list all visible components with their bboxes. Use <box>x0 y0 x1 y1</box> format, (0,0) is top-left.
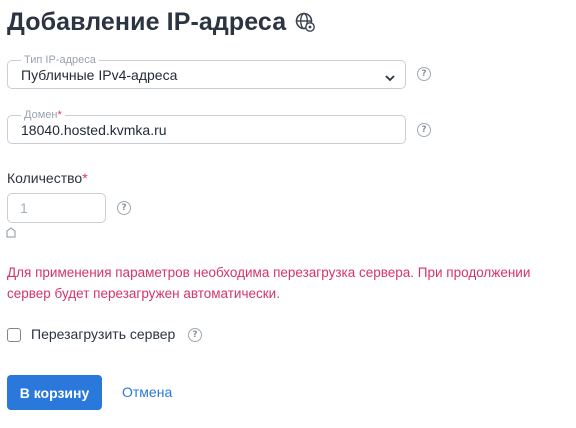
reboot-checkbox[interactable] <box>7 328 21 342</box>
domain-value: 18040.hosted.kvmka.ru <box>21 122 167 138</box>
reboot-checkbox-label[interactable]: Перезагрузить сервер <box>31 326 175 342</box>
ip-type-help-icon[interactable]: ? <box>417 67 431 81</box>
domain-field[interactable]: Домен* 18040.hosted.kvmka.ru <box>7 108 406 144</box>
quantity-help-icon[interactable]: ? <box>117 201 131 215</box>
domain-label: Домен* <box>21 108 65 122</box>
ip-type-select[interactable]: Тип IP-адреса Публичные IPv4-адреса <box>7 53 406 89</box>
reboot-warning: Для применения параметров необходима пер… <box>7 265 531 301</box>
add-ip-dialog: Добавление IP-адреса Тип IP-адреса Публи… <box>0 0 576 428</box>
required-mark: * <box>57 109 62 121</box>
quantity-label: Количество* <box>7 170 88 186</box>
add-to-cart-button[interactable]: В корзину <box>7 375 102 410</box>
slider-thumb-icon[interactable] <box>6 225 16 238</box>
globe-gear-icon[interactable] <box>295 12 316 32</box>
ip-type-label: Тип IP-адреса <box>21 53 99 67</box>
ip-type-value: Публичные IPv4-адреса <box>21 67 178 83</box>
reboot-help-icon[interactable]: ? <box>188 328 202 342</box>
quantity-input[interactable]: 1 <box>7 193 106 223</box>
cancel-link[interactable]: Отмена <box>122 384 172 400</box>
title-row: Добавление IP-адреса <box>7 6 316 38</box>
page-title: Добавление IP-адреса <box>7 8 287 36</box>
chevron-down-icon <box>384 70 396 82</box>
domain-help-icon[interactable]: ? <box>417 123 431 137</box>
required-mark: * <box>82 170 88 186</box>
